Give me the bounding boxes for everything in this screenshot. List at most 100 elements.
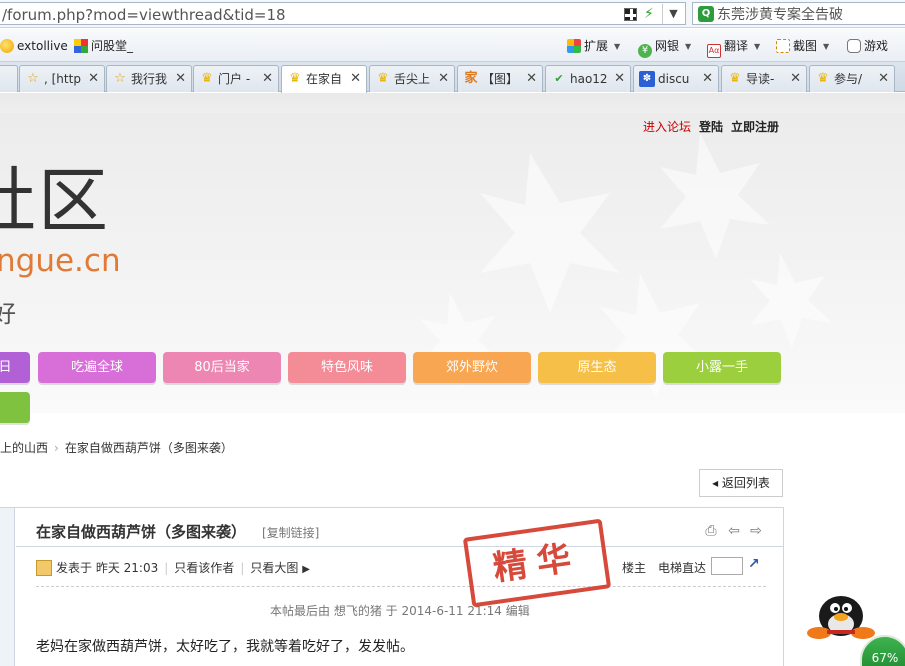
nav-item-6[interactable]: 小露一手 [663, 352, 781, 383]
page-content: 进入论坛 登陆 立即注册 社区 ngue.cn 好 日 吃遍全球 80后当家 特色风… [0, 93, 905, 666]
only-large-images-link[interactable]: 只看大图 [250, 559, 298, 576]
address-bar-area: /forum.php?mod=viewthread&tid=18 ⚡ ▼ Q [0, 0, 905, 28]
toolbar-bank[interactable]: ¥ 网银 ▼ [638, 37, 692, 58]
nav-item-3[interactable]: 特色风味 [288, 352, 406, 383]
colorful-icon [74, 39, 88, 53]
tab-5[interactable]: ♛ 舌尖上 ✕ [369, 65, 455, 92]
meta-separator: | [164, 561, 169, 575]
caret-icon: ▼ [754, 42, 761, 51]
close-icon[interactable]: ✕ [614, 66, 625, 92]
post-meta: 发表于 昨天 21:03 | 只看该作者 | 只看大图 ▶ [36, 559, 310, 576]
go-icon[interactable]: ↗ [748, 556, 760, 572]
jump-to-floor-input[interactable] [711, 557, 743, 575]
site-title: 社区 [0, 160, 110, 242]
tab-7[interactable]: ✔ hao12 ✕ [545, 65, 631, 92]
qr-code-icon[interactable] [624, 8, 637, 21]
search-box[interactable]: Q [692, 2, 905, 25]
grid-icon [567, 39, 581, 53]
nav-item-2[interactable]: 80后当家 [163, 352, 281, 383]
bookmark-extollive[interactable]: extollive [0, 37, 68, 55]
lightning-icon[interactable]: ⚡ [644, 6, 656, 22]
penguin-mascot-icon[interactable] [805, 588, 877, 640]
meta-divider [36, 586, 766, 587]
enter-forum-link[interactable]: 进入论坛 [643, 120, 691, 134]
toolbar-games[interactable]: 游戏 [847, 37, 888, 55]
tab-1[interactable]: ☆, [http ✕ [19, 65, 105, 92]
top-strip [0, 93, 905, 113]
bookmarks-bar: extollive 问股堂_ 扩展 ▼ ¥ 网银 ▼ Aα 翻译 ▼ 截图 ▼ 游戏 [0, 29, 905, 62]
search-engine-icon[interactable]: Q [698, 6, 714, 22]
close-icon[interactable]: ✕ [175, 66, 186, 92]
home-icon: 家 [464, 71, 478, 86]
login-link[interactable]: 登陆 [699, 120, 723, 134]
trophy-icon: ♛ [289, 71, 301, 86]
caret-icon: ▼ [614, 42, 621, 51]
site-domain: ngue.cn [0, 243, 121, 279]
tab-0[interactable] [0, 65, 18, 92]
caret-icon: ▼ [685, 42, 692, 51]
translate-icon: Aα [707, 44, 721, 58]
breadcrumb-parent[interactable]: 上的山西 [0, 441, 48, 455]
toolbar-extend[interactable]: 扩展 ▼ [567, 37, 620, 55]
prev-thread-icon[interactable]: ⇦ [726, 523, 742, 539]
scissors-icon [776, 39, 790, 53]
jump-to-floor-label: 电梯直达 [658, 561, 707, 575]
close-icon[interactable]: ✕ [438, 66, 449, 92]
close-icon[interactable]: ✕ [526, 66, 537, 92]
posted-time: 昨天 21:03 [95, 561, 159, 575]
trophy-icon: ♛ [201, 71, 213, 86]
tab-2[interactable]: ☆ 我行我 ✕ [106, 65, 192, 92]
close-icon[interactable]: ✕ [88, 66, 99, 92]
print-icon[interactable]: ⎙ [703, 523, 719, 539]
tab-10[interactable]: ♛ 参与/✕ [809, 65, 895, 92]
login-links: 进入论坛 登陆 立即注册 [635, 118, 779, 135]
breadcrumb-current[interactable]: 在家自做西葫芦饼（多图来袭） [65, 441, 233, 455]
floor-label: 楼主 [622, 561, 647, 575]
close-icon[interactable]: ✕ [702, 66, 713, 92]
tab-3[interactable]: ♛ 门户 - ✕ [193, 65, 279, 92]
triangle-left-icon: ◂ [712, 476, 719, 490]
nav-item-1[interactable]: 吃遍全球 [38, 352, 156, 383]
post-container: 在家自做西葫芦饼（多图来袭） [复制链接] ⎙ ⇦ ⇨ 发表于 昨天 21:03… [0, 507, 784, 666]
nav-item-4[interactable]: 郊外野炊 [413, 352, 531, 383]
star-icon: ☆ [27, 71, 39, 86]
trophy-icon: ♛ [729, 71, 741, 86]
online-status-icon [36, 560, 52, 576]
tab-6[interactable]: 家【图】 ✕ [457, 65, 543, 92]
nav-item-7[interactable] [0, 392, 30, 423]
tab-8[interactable]: ✽ discu ✕ [633, 65, 719, 92]
toolbar-screenshot[interactable]: 截图 ▼ [776, 37, 829, 55]
close-icon[interactable]: ✕ [790, 66, 801, 92]
close-icon[interactable]: ✕ [262, 66, 273, 92]
star-icon: ☆ [114, 71, 126, 86]
gamepad-icon [847, 39, 861, 53]
search-input[interactable] [717, 6, 902, 22]
address-bar[interactable]: /forum.php?mod=viewthread&tid=18 ⚡ ▼ [0, 2, 686, 25]
bookmark-wengutang[interactable]: 问股堂_ [74, 37, 133, 55]
play-icon[interactable]: ▶ [302, 564, 310, 575]
close-icon[interactable]: ✕ [350, 66, 361, 92]
trophy-icon: ♛ [377, 71, 389, 86]
tab-9[interactable]: ♛ 导读- ✕ [721, 65, 807, 92]
copy-link-button[interactable]: [复制链接] [262, 524, 319, 541]
sun-icon [0, 39, 14, 53]
register-link[interactable]: 立即注册 [731, 120, 779, 134]
title-divider [16, 546, 784, 547]
hao123-icon: ✔ [554, 72, 564, 85]
tab-4-active[interactable]: ♛ 在家自 ✕ [281, 65, 367, 93]
post-title: 在家自做西葫芦饼（多图来袭） [36, 523, 247, 541]
posted-label: 发表于 [56, 561, 93, 575]
next-thread-icon[interactable]: ⇨ [748, 523, 764, 539]
trophy-icon: ♛ [817, 71, 829, 86]
caret-icon: ▼ [823, 42, 830, 51]
nav-item-0[interactable]: 日 [0, 352, 30, 383]
chevron-down-icon[interactable]: ▼ [662, 4, 684, 24]
url-text[interactable]: /forum.php?mod=viewthread&tid=18 [2, 6, 286, 24]
breadcrumb-separator: › [54, 441, 59, 455]
post-body: 老妈在家做西葫芦饼，太好吃了，我就等着吃好了，发发帖。 [36, 639, 414, 655]
back-to-list-button[interactable]: ◂ 返回列表 [699, 469, 783, 497]
close-icon[interactable]: ✕ [878, 66, 889, 92]
only-author-link[interactable]: 只看该作者 [174, 559, 234, 576]
toolbar-translate[interactable]: Aα 翻译 ▼ [707, 37, 761, 58]
nav-item-5[interactable]: 原生态 [538, 352, 656, 383]
